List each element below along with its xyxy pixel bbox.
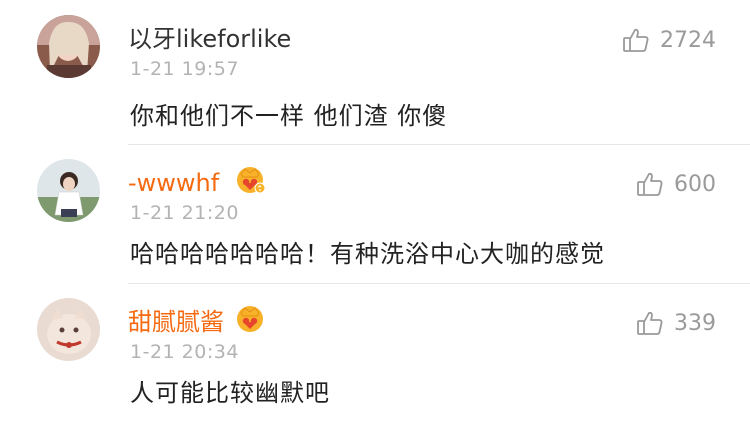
comment-text: 人可能比较幽默吧 bbox=[130, 379, 330, 407]
username[interactable]: 以牙likeforlike bbox=[128, 24, 291, 54]
comment-time: 1-21 20:34 bbox=[130, 341, 239, 363]
comment-text: 你和他们不一样 他们渣 你傻 bbox=[130, 102, 448, 130]
comment-time: 1-21 19:57 bbox=[130, 58, 239, 80]
vip-crown-badge-icon bbox=[233, 301, 267, 335]
comment-item: 甜腻腻酱 1-21 20:34 人可能比较幽默吧 339 bbox=[0, 283, 750, 422]
username[interactable]: -wwwhf bbox=[128, 168, 219, 198]
like-button[interactable]: 600 bbox=[636, 168, 716, 200]
comment-list: 以牙likeforlike 1-21 19:57 你和他们不一样 他们渣 你傻 … bbox=[0, 0, 750, 422]
like-button[interactable]: 339 bbox=[636, 307, 716, 339]
like-count: 339 bbox=[674, 310, 716, 336]
comment-time: 1-21 21:20 bbox=[130, 202, 239, 224]
comment-item: 以牙likeforlike 1-21 19:57 你和他们不一样 他们渣 你傻 … bbox=[0, 0, 750, 144]
thumbs-up-icon bbox=[622, 26, 650, 54]
comment-item: -wwwhf 1-21 21:20 哈哈哈哈哈哈哈！有种洗浴中心大咖的感觉 60 bbox=[0, 144, 750, 283]
user-avatar[interactable] bbox=[37, 298, 100, 361]
comment-text: 哈哈哈哈哈哈哈！有种洗浴中心大咖的感觉 bbox=[130, 240, 605, 268]
like-count: 2724 bbox=[660, 27, 716, 53]
like-button[interactable]: 2724 bbox=[622, 24, 716, 56]
username[interactable]: 甜腻腻酱 bbox=[128, 307, 224, 337]
user-avatar[interactable] bbox=[37, 15, 100, 78]
like-count: 600 bbox=[674, 171, 716, 197]
thumbs-up-icon bbox=[636, 309, 664, 337]
thumbs-up-icon bbox=[636, 170, 664, 198]
user-avatar[interactable] bbox=[37, 159, 100, 222]
vip-crown-badge-icon bbox=[233, 162, 267, 196]
